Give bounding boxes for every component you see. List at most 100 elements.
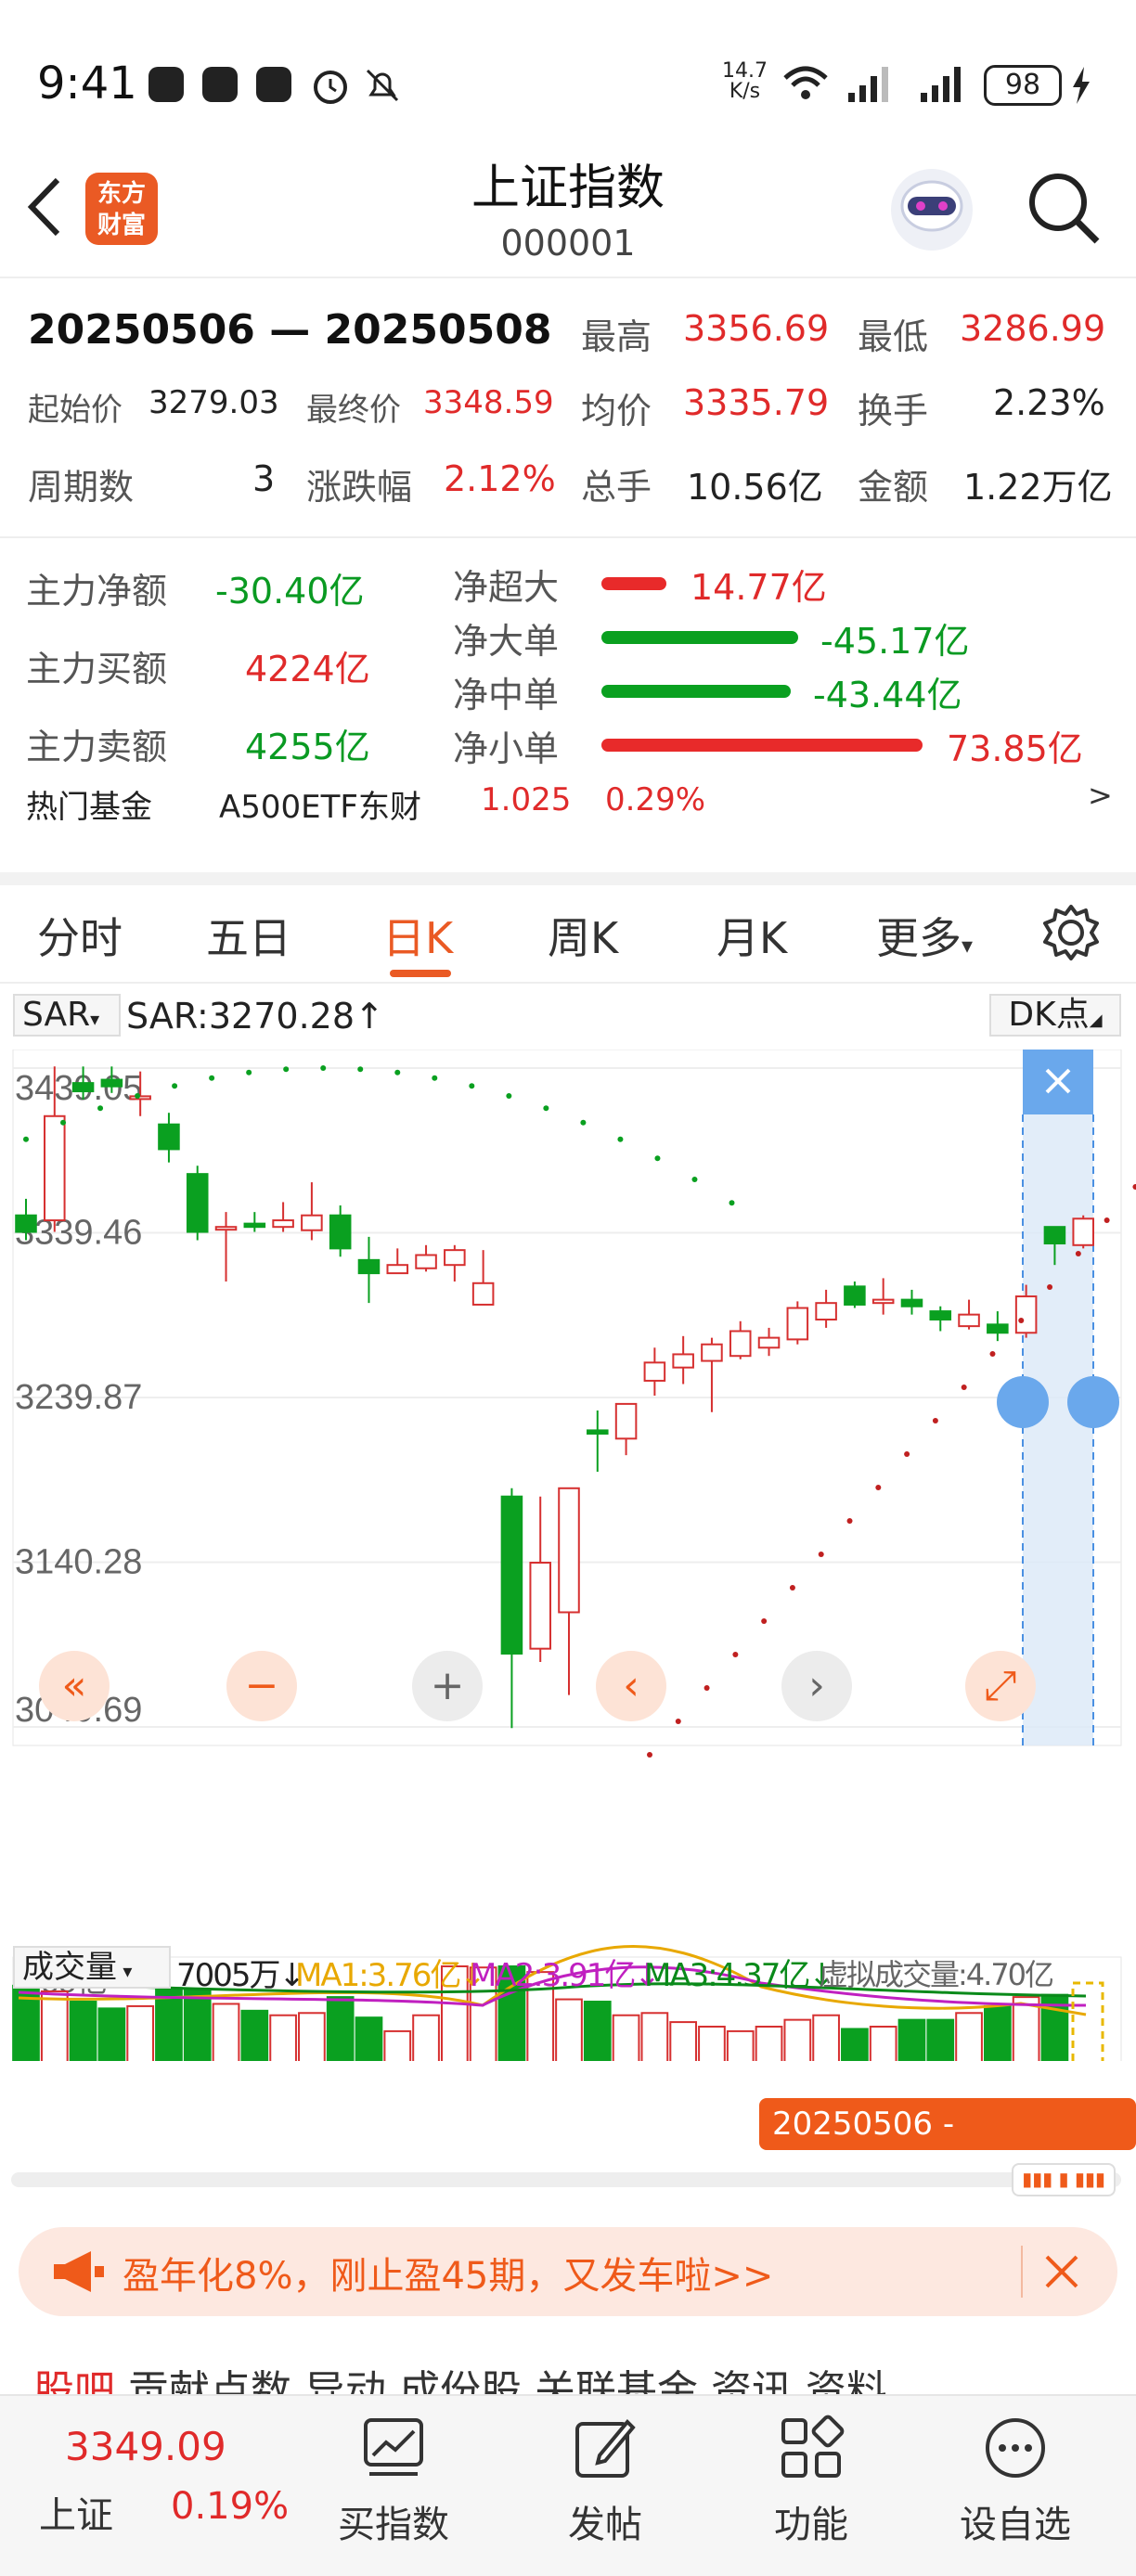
candle-body <box>1043 1226 1066 1245</box>
volume-label: 总手 <box>581 467 652 508</box>
drag-handle-icon <box>1067 1376 1119 1428</box>
period-value: 3 <box>252 458 276 499</box>
sar-dot <box>1132 1184 1136 1190</box>
signal-icon <box>921 67 961 102</box>
candle-body <box>643 1361 666 1382</box>
search-icon[interactable] <box>1023 167 1106 251</box>
candle-body <box>357 1258 381 1275</box>
sar-dot <box>209 1075 215 1081</box>
tab-intraday[interactable]: 分时 <box>37 905 123 966</box>
post-button[interactable]: 发帖 <box>531 2415 679 2548</box>
y-axis-label: 3140.28 <box>15 1543 142 1582</box>
settings-gear-icon[interactable] <box>1039 901 1103 964</box>
sar-dot <box>961 1385 967 1390</box>
zoom-out-icon: − <box>245 1662 279 1709</box>
main-net-value: -30.40亿 <box>215 571 365 612</box>
close-icon[interactable] <box>1041 2251 1082 2292</box>
tab-five-day[interactable]: 五日 <box>206 905 291 966</box>
grid-apps-icon <box>781 2415 845 2478</box>
previous-icon: ‹ <box>623 1662 639 1709</box>
candle-body <box>558 1487 580 1614</box>
sar-dot <box>1075 1251 1081 1256</box>
candle-body <box>100 1078 123 1088</box>
volume-bar <box>97 2007 126 2061</box>
candle-body <box>958 1313 980 1328</box>
sar-dot <box>506 1093 512 1099</box>
tab-daily-k[interactable]: 日K <box>382 905 453 966</box>
sar-dot <box>789 1585 795 1591</box>
functions-button[interactable]: 功能 <box>737 2415 885 2548</box>
hot-fund-name[interactable]: A500ETF东财 <box>219 781 421 827</box>
promo-text: 盈年化8%，刚止盈45期，又发车啦>> <box>123 2255 774 2298</box>
l-label: 净大单 <box>453 621 560 662</box>
candle-body <box>1014 1295 1038 1334</box>
index-name: 上证 <box>39 2494 113 2537</box>
sar-dot <box>1018 1318 1025 1323</box>
candle-body <box>757 1336 781 1349</box>
sar-dot <box>543 1105 549 1112</box>
tab-weekly-k[interactable]: 周K <box>548 905 618 966</box>
robot-assistant-icon[interactable] <box>887 165 976 254</box>
drag-handle-icon <box>997 1376 1049 1428</box>
index-price: 3349.09 <box>65 2424 226 2469</box>
candle-body <box>329 1214 352 1250</box>
sar-dot <box>761 1618 768 1624</box>
battery-indicator: 98 <box>984 65 1062 106</box>
chart-scrollbar[interactable] <box>11 2172 1121 2187</box>
tab-monthly-k[interactable]: 月K <box>716 905 787 966</box>
period-tabs: 分时 五日 日K 周K 月K 更多▾ <box>0 886 1136 984</box>
add-watchlist-button[interactable]: 设自选 <box>941 2415 1090 2548</box>
high-label: 最高 <box>581 316 652 357</box>
volume-bar <box>269 2014 297 2061</box>
chart-trend-icon <box>364 2418 423 2476</box>
volume-bar <box>40 1990 69 2061</box>
volume-bar <box>897 2018 926 2061</box>
ma3-value: MA3:4.37亿↓ <box>644 1957 835 1994</box>
sar-dot <box>1104 1217 1110 1223</box>
main-buy-label: 主力买额 <box>26 649 168 689</box>
scroll-handle[interactable]: ▮▮▮ ▮ ▮▮▮ <box>1012 2163 1116 2196</box>
alarm-icon <box>314 71 347 104</box>
volume-bar <box>612 2014 640 2061</box>
promo-banner[interactable]: 盈年化8%，刚止盈45期，又发车啦>> <box>19 2227 1117 2316</box>
kline-svg[interactable]: 3439.053339.463239.873140.283040.69«−+‹›… <box>0 1050 1136 2061</box>
ma1-value: MA1:3.76亿↓ <box>295 1957 486 1994</box>
high-value: 3356.69 <box>683 308 830 349</box>
s-value: 73.85亿 <box>947 728 1083 769</box>
s-bar <box>601 739 923 752</box>
m-label: 净中单 <box>453 675 560 715</box>
sar-dot <box>654 1155 661 1162</box>
volume-bar <box>698 2025 726 2061</box>
sar-dot <box>97 1105 104 1112</box>
sar-dot <box>989 1351 996 1357</box>
volume-bar <box>755 2025 783 2061</box>
sar-dot <box>172 1083 178 1089</box>
period-label: 周期数 <box>28 467 135 508</box>
volume-bar <box>669 2021 698 2061</box>
mute-bell-icon <box>366 69 399 102</box>
buy-index-button[interactable]: 买指数 <box>319 2415 468 2548</box>
turnover-value: 2.23% <box>993 382 1105 423</box>
tab-more[interactable]: 更多▾ <box>876 905 973 966</box>
sar-dot <box>875 1485 882 1490</box>
sar-dot <box>394 1069 401 1075</box>
sar-dot <box>932 1418 938 1423</box>
candle-body <box>186 1173 209 1233</box>
sar-value: SAR:3270.28↑ <box>126 996 384 1037</box>
candle-body <box>444 1249 466 1267</box>
indicator-selector[interactable]: SAR▾ <box>13 994 121 1037</box>
candle-body <box>587 1429 609 1435</box>
change-label: 涨跌幅 <box>306 467 413 508</box>
capital-flow-panel[interactable]: 主力净额 -30.40亿 主力买额 4224亿 主力卖额 4255亿 净超大 1… <box>0 538 1136 882</box>
m-value: -43.44亿 <box>813 675 962 715</box>
candle-body <box>471 1282 495 1306</box>
volume-selector[interactable]: 成交量 ▾ <box>13 1946 171 1989</box>
chevron-right-icon[interactable]: > <box>1088 778 1113 813</box>
candle-body <box>44 1114 66 1222</box>
candle-body <box>929 1310 952 1320</box>
dk-point-button[interactable]: DK点◢ <box>989 994 1121 1037</box>
volume-bar <box>583 2001 612 2061</box>
sar-dot <box>432 1075 438 1081</box>
next-icon: › <box>808 1662 825 1709</box>
candle-body <box>815 1302 837 1320</box>
